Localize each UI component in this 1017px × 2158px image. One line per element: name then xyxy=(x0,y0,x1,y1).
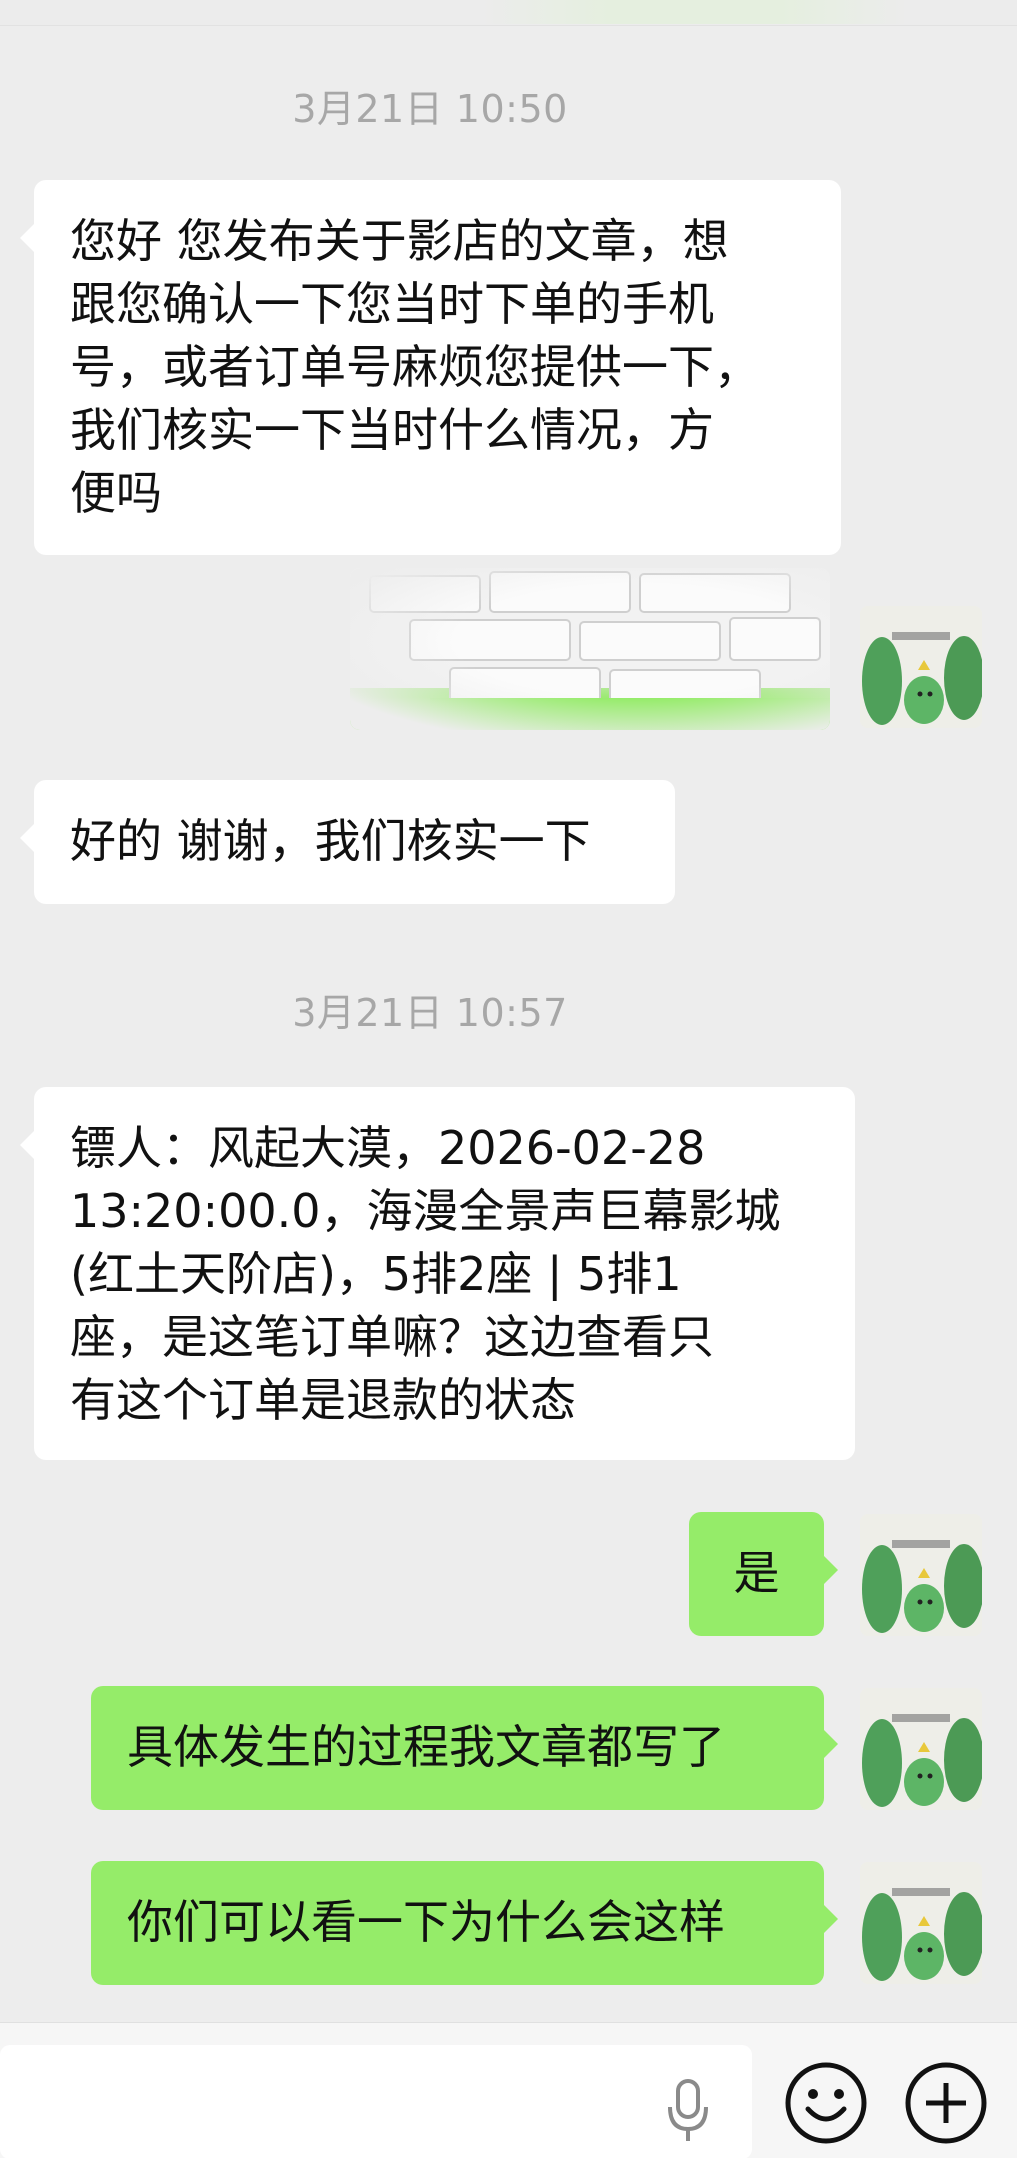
avatar-monsters-icon xyxy=(860,1514,982,1636)
avatar[interactable] xyxy=(860,606,982,728)
message-bubble-sent[interactable]: 你们可以看一下为什么会这样 xyxy=(91,1861,838,1985)
avatar[interactable] xyxy=(860,1514,982,1636)
message-input[interactable] xyxy=(0,2045,752,2158)
image-message[interactable] xyxy=(350,568,830,730)
emoji-icon[interactable] xyxy=(784,2061,868,2145)
message-text: 您好 您发布关于影店的文章，想 跟您确认一下您当时下单的手机 号，或者订单号麻烦… xyxy=(70,214,760,520)
message-bubble-sent[interactable]: 具体发生的过程我文章都写了 xyxy=(91,1686,838,1810)
message-text: 镖人：风起大漠，2026-02-28 13:20:00.0，海漫全景声巨幕影城 … xyxy=(70,1121,781,1427)
message-text: 具体发生的过程我文章都写了 xyxy=(127,1720,725,1774)
avatar[interactable] xyxy=(860,1862,982,1984)
timestamp: 3月21日 10:50 xyxy=(292,87,568,131)
message-text: 好的 谢谢，我们核实一下 xyxy=(70,814,591,868)
avatar-monsters-icon xyxy=(860,1862,982,1984)
message-text: 是 xyxy=(733,1546,780,1600)
microphone-icon[interactable] xyxy=(660,2077,716,2147)
status-strip xyxy=(0,0,1017,26)
message-bubble-received[interactable]: 镖人：风起大漠，2026-02-28 13:20:00.0，海漫全景声巨幕影城 … xyxy=(20,1087,855,1460)
avatar[interactable] xyxy=(860,1688,982,1810)
avatar-monsters-icon xyxy=(860,1688,982,1810)
input-bar xyxy=(0,2022,1017,2158)
avatar-monsters-icon xyxy=(860,606,982,728)
message-bubble-received[interactable]: 好的 谢谢，我们核实一下 xyxy=(20,780,675,904)
message-bubble-sent[interactable]: 是 xyxy=(689,1512,838,1636)
plus-icon[interactable] xyxy=(904,2061,988,2145)
timestamp: 3月21日 10:57 xyxy=(292,991,568,1035)
message-bubble-received[interactable]: 您好 您发布关于影店的文章，想 跟您确认一下您当时下单的手机 号，或者订单号麻烦… xyxy=(20,180,841,555)
message-text: 你们可以看一下为什么会这样 xyxy=(127,1895,725,1949)
